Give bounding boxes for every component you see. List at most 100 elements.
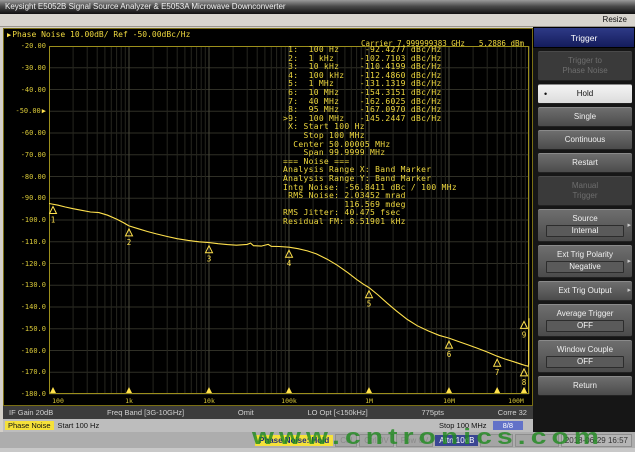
y-tick-label: -30.00: [6, 64, 46, 72]
softkey-return[interactable]: Return: [538, 376, 632, 396]
mode-badge: Phase Noise: [5, 421, 54, 430]
ctrl-voltage-indicator: Ctrl 0V: [359, 434, 393, 447]
y-tick-label: -70.00: [6, 151, 46, 159]
window-titlebar[interactable]: Keysight E5052B Signal Source Analyzer &…: [0, 0, 635, 14]
y-tick-label: -120.0: [6, 260, 46, 268]
svg-text:6: 6: [447, 350, 452, 359]
submenu-arrow-icon: ▸: [627, 257, 631, 267]
svg-text:100: 100: [52, 397, 64, 405]
window-bottom-edge: [0, 448, 635, 452]
trace-header: ▶Phase Noise 10.00dB/ Ref -50.00dBc/Hz: [7, 30, 190, 39]
y-tick-label: -40.00: [6, 86, 46, 94]
lo-opt-status: LO Opt [<150kHz]: [307, 408, 367, 417]
softkey-label: Source: [546, 214, 624, 224]
selected-bullet-icon: •: [544, 89, 547, 99]
y-tick-label: -90.00: [6, 194, 46, 202]
submenu-arrow-icon: ▸: [627, 286, 631, 296]
softkey-label: Single: [546, 112, 624, 122]
y-tick-label: -60.00: [6, 129, 46, 137]
softkey-label: Window Couple: [546, 345, 624, 355]
trace-scale-label: Phase Noise 10.00dB/ Ref -50.00dBc/Hz: [12, 30, 190, 39]
clock: 2018-06-29 16:57: [561, 434, 632, 447]
svg-text:100M: 100M: [508, 397, 524, 405]
instrument-status-bar: Phase Noise: Hold Cal Ctrl 0V Pow 0V Att…: [0, 432, 635, 448]
status-indicator-box: [515, 434, 559, 447]
softkey-restart[interactable]: Restart: [538, 153, 632, 173]
softkey-value: Negative: [546, 261, 624, 273]
stop-frequency-label: Stop 100 MHz: [439, 421, 487, 430]
menu-bar: Resize: [0, 14, 635, 27]
attenuator-badge: Attn 10dB: [435, 435, 478, 446]
softkey-window-couple[interactable]: Window CoupleOFF: [538, 340, 632, 373]
freq-band-status: Freq Band [3G-10GHz]: [107, 408, 184, 417]
softkey-hold[interactable]: Hold•: [538, 84, 632, 104]
softkey-list: Trigger to Phase Noise Hold• Single Continu…: [533, 48, 635, 396]
carrier-power: 5.2886 dBm: [479, 39, 524, 48]
svg-text:3: 3: [207, 255, 212, 264]
softkey-label: Continuous: [546, 135, 624, 145]
softkey-average-trigger[interactable]: Average TriggerOFF: [538, 304, 632, 337]
svg-text:1M: 1M: [365, 397, 373, 405]
softkey-ext-trig-output[interactable]: Ext Trig Output▸: [538, 281, 632, 301]
softkey-value: OFF: [546, 356, 624, 368]
y-tick-label: -80.00: [6, 173, 46, 181]
softkey-continuous[interactable]: Continuous: [538, 130, 632, 150]
sweep-range-bar: Phase Noise Start 100 Hz Stop 100 MHz 8/…: [3, 419, 533, 432]
svg-text:8: 8: [522, 378, 527, 387]
y-tick-label: -180.0: [6, 390, 46, 398]
y-tick-label: -110.0: [6, 238, 46, 246]
softkey-label: Ext Trig Polarity: [546, 250, 624, 260]
y-tick-label: -100.0: [6, 216, 46, 224]
phase-noise-display: ▶Phase Noise 10.00dB/ Ref -50.00dBc/Hz C…: [3, 28, 533, 406]
resize-button[interactable]: Resize: [603, 15, 627, 24]
y-axis-labels: -20.00 -30.00 -40.00 -50.00▶ -60.00 -70.00 -80…: [4, 29, 48, 405]
active-trace-icon: ▶: [7, 31, 11, 39]
softkey-single[interactable]: Single: [538, 107, 632, 127]
svg-text:9: 9: [522, 330, 527, 339]
y-tick-label: -130.0: [6, 281, 46, 289]
svg-text:2: 2: [127, 238, 132, 247]
softkey-label: Average Trigger: [546, 309, 624, 319]
y-tick-label: -20.00: [6, 42, 46, 50]
app-window: Keysight E5052B Signal Source Analyzer &…: [0, 0, 635, 452]
svg-text:7: 7: [495, 368, 500, 377]
softkey-value: OFF: [546, 320, 624, 332]
y-tick-label: -160.0: [6, 347, 46, 355]
svg-text:10k: 10k: [203, 397, 215, 405]
svg-text:4: 4: [287, 259, 292, 268]
softkey-label: Restart: [546, 158, 624, 168]
y-tick-label: -150.0: [6, 325, 46, 333]
reference-level-icon: ▶: [42, 107, 46, 115]
if-gain-status: IF Gain 20dB: [9, 408, 53, 417]
softkey-value: Internal: [546, 225, 624, 237]
submenu-arrow-icon: ▸: [627, 221, 631, 231]
softkey-label: Return: [546, 381, 624, 391]
softkey-label: Manual Trigger: [546, 181, 624, 201]
menu-title: Trigger: [533, 27, 635, 48]
y-tick-label: -170.0: [6, 368, 46, 376]
y-tick-label: -50.00▶: [6, 107, 46, 115]
average-counter-badge: 8/8: [493, 421, 523, 430]
softkey-label: Ext Trig Output: [546, 286, 624, 296]
svg-text:1k: 1k: [125, 397, 133, 405]
svg-text:1: 1: [51, 216, 56, 225]
trigger-state-badge: Phase Noise: Hold: [255, 435, 333, 446]
softkey-menu-panel: Trigger Trigger to Phase Noise Hold• Singl…: [533, 27, 635, 432]
start-frequency-label: Start 100 Hz: [58, 421, 100, 430]
marker-readout-list: 1: 100 Hz -92.4277 dBc/Hz 2: 1 kHz -102.…: [283, 46, 457, 226]
power-voltage-indicator: Pow 0V: [396, 434, 434, 447]
svg-text:5: 5: [367, 300, 372, 309]
omit-status: Omit: [238, 408, 254, 417]
softkey-manual-trigger: Manual Trigger: [538, 176, 632, 206]
softkey-source[interactable]: SourceInternal▸: [538, 209, 632, 242]
softkey-ext-trig-polarity[interactable]: Ext Trig PolarityNegative▸: [538, 245, 632, 278]
softkey-label: Trigger to Phase Noise: [546, 56, 624, 76]
softkey-trigger-to-phase-noise: Trigger to Phase Noise: [538, 51, 632, 81]
cal-indicator: Cal: [335, 434, 357, 447]
softkey-label: Hold: [546, 89, 624, 99]
correlation-status: Corre 32: [498, 408, 527, 417]
svg-text:100k: 100k: [281, 397, 297, 405]
svg-text:10M: 10M: [443, 397, 455, 405]
status-indicator-box: [480, 434, 513, 447]
window-title: Keysight E5052B Signal Source Analyzer &…: [5, 2, 286, 11]
